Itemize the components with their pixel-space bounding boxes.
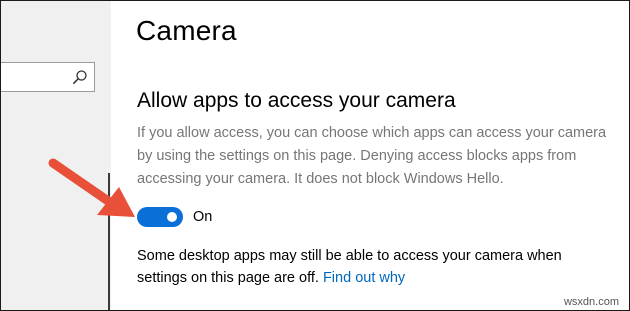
annotation-arrow-icon xyxy=(48,158,135,217)
camera-access-toggle[interactable] xyxy=(137,207,183,227)
toggle-knob xyxy=(167,212,177,222)
desktop-apps-note: Some desktop apps may still be able to a… xyxy=(137,245,607,289)
section-heading: Allow apps to access your camera xyxy=(137,89,456,112)
section-description: If you allow access, you can choose whic… xyxy=(137,125,607,187)
find-out-why-link[interactable]: Find out why xyxy=(323,270,405,286)
toggle-state-label: On xyxy=(193,209,213,225)
search-input[interactable] xyxy=(1,62,95,92)
settings-window: Camera Allow apps to access your camera … xyxy=(0,0,630,311)
watermark: wsxdn.com xyxy=(563,296,619,308)
search-icon[interactable] xyxy=(72,69,88,85)
page-title: Camera xyxy=(136,15,237,46)
